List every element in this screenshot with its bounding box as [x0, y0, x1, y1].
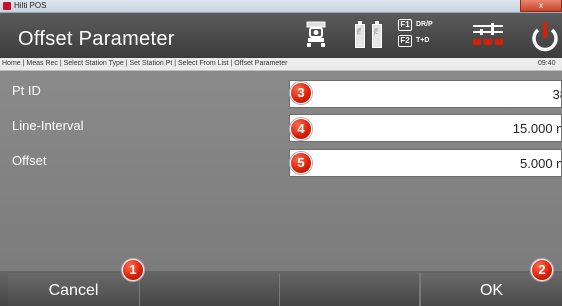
pt-id-label: Pt ID	[12, 83, 41, 98]
battery-icon[interactable]	[354, 20, 384, 55]
callout-marker-4: 4	[290, 118, 312, 140]
breadcrumb: Home | Meas Rec | Select Station Type | …	[0, 58, 562, 71]
line-interval-value: 15.000 m	[512, 121, 562, 136]
offset-label: Offset	[12, 153, 47, 168]
line-interval-field[interactable]: 15.000 m	[289, 114, 562, 142]
callout-marker-5: 5	[290, 152, 312, 174]
footer-segment-3	[280, 273, 420, 306]
f1-key: F1	[398, 19, 412, 31]
app-header: Offset Parameter ?% ?% F1 DR/P F2 T+D	[0, 13, 562, 58]
cancel-button[interactable]: Cancel	[8, 273, 140, 306]
clock-time: 09:40	[538, 60, 556, 67]
battery-1-label: ?%	[357, 27, 363, 35]
face-selection-icon[interactable]: F1 DR/P F2 T+D	[398, 18, 446, 54]
breadcrumb-path: Home | Meas Rec | Select Station Type | …	[2, 60, 288, 67]
app-icon	[3, 2, 11, 10]
callout-marker-1: 1	[122, 259, 144, 281]
footer-segment-2	[140, 273, 280, 306]
f2-key: F2	[398, 35, 412, 47]
offset-field[interactable]: 5.000 m	[289, 149, 562, 177]
window-titlebar: Hilti POS x	[0, 0, 562, 13]
callout-marker-3: 3	[290, 82, 312, 104]
page-title: Offset Parameter	[18, 28, 175, 50]
f1-label: DR/P	[416, 21, 433, 28]
footer-bar: Cancel OK	[0, 271, 562, 306]
f2-label: T+D	[416, 37, 430, 44]
window-close-button[interactable]: x	[520, 0, 562, 12]
content-area: Pt ID 38 Line-Interval 15.000 m Offset 5…	[0, 71, 562, 271]
window-title: Hilti POS	[14, 1, 47, 10]
line-interval-label: Line-Interval	[12, 118, 84, 133]
offset-value: 5.000 m	[520, 156, 561, 171]
total-station-icon[interactable]	[304, 21, 328, 54]
battery-2-label: ?%	[374, 27, 380, 35]
pt-id-value: 38	[552, 87, 561, 102]
settings-icon[interactable]	[471, 23, 505, 56]
pt-id-field[interactable]: 38	[289, 80, 562, 108]
power-icon[interactable]	[528, 21, 562, 58]
callout-marker-2: 2	[531, 259, 553, 281]
